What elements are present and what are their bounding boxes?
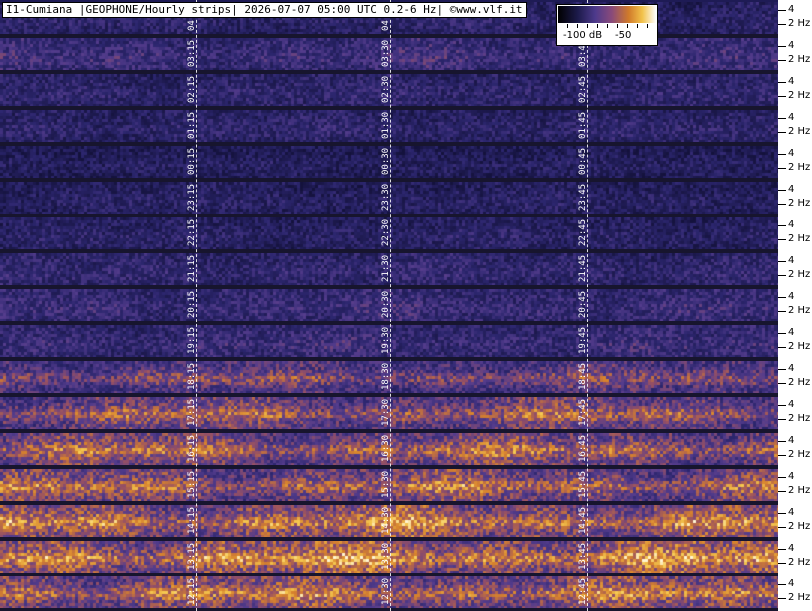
chart-title: I1-Cumiana |GEOPHONE/Hourly strips| 2026… <box>2 2 527 18</box>
axis-tick <box>778 275 786 276</box>
axis-tick-label: 4 <box>788 40 795 51</box>
axis-tick <box>778 190 786 191</box>
axis-tick-label: 2 Hz <box>788 198 811 209</box>
axis-tick <box>778 239 786 240</box>
axis-tick-label: 4 <box>788 543 795 554</box>
axis-tick <box>778 60 786 61</box>
colorbar-tick <box>637 24 638 28</box>
axis-tick-label: 4 <box>788 435 795 446</box>
axis-tick-label: 2 Hz <box>788 305 811 316</box>
axis-tick-label: 2 Hz <box>788 413 811 424</box>
axis-tick <box>778 477 786 478</box>
axis-tick-label: 4 <box>788 112 795 123</box>
axis-tick <box>778 82 786 83</box>
axis-tick-label: 4 <box>788 363 795 374</box>
axis-tick-label: 4 <box>788 255 795 266</box>
axis-tick <box>778 549 786 550</box>
axis-tick-label: 2 Hz <box>788 521 811 532</box>
axis-tick <box>778 204 786 205</box>
axis-tick <box>778 513 786 514</box>
axis-tick-label: 2 Hz <box>788 341 811 352</box>
axis-tick-label: 4 <box>788 291 795 302</box>
axis-tick-label: 4 <box>788 578 795 589</box>
spectrogram-window: 04:1504:3003:1503:3003:4502:1502:3002:45… <box>0 0 812 611</box>
axis-tick <box>778 441 786 442</box>
colorbar-tick <box>627 24 628 28</box>
spectrogram-plot: 04:1504:3003:1503:3003:4502:1502:3002:45… <box>0 0 778 611</box>
time-guide-line <box>587 0 588 611</box>
axis-tick <box>778 261 786 262</box>
axis-tick-label: 2 Hz <box>788 162 811 173</box>
axis-tick <box>778 154 786 155</box>
axis-tick <box>778 10 786 11</box>
colorbar-tick <box>577 24 578 28</box>
axis-tick-label: 2 Hz <box>788 233 811 244</box>
axis-tick-label: 4 <box>788 219 795 230</box>
axis-tick <box>778 563 786 564</box>
axis-tick <box>778 225 786 226</box>
axis-tick <box>778 347 786 348</box>
axis-tick-label: 4 <box>788 148 795 159</box>
time-guide-line <box>196 0 197 611</box>
axis-tick <box>778 419 786 420</box>
colorbar-label-high: -50 <box>615 30 632 41</box>
axis-tick-label: 4 <box>788 76 795 87</box>
axis-tick-label: 2 Hz <box>788 377 811 388</box>
axis-tick-label: 2 Hz <box>788 592 811 603</box>
axis-tick <box>778 405 786 406</box>
axis-tick <box>778 132 786 133</box>
axis-tick <box>778 46 786 47</box>
colorbar-gradient <box>558 6 656 23</box>
axis-tick-label: 4 <box>788 507 795 518</box>
axis-tick-label: 2 Hz <box>788 269 811 280</box>
axis-tick <box>778 598 786 599</box>
colorbar-tick <box>607 24 608 28</box>
axis-tick <box>778 118 786 119</box>
colorbar-tick <box>597 24 598 28</box>
axis-tick <box>778 584 786 585</box>
axis-tick-label: 2 Hz <box>788 54 811 65</box>
time-guide-line <box>390 0 391 611</box>
axis-tick <box>778 297 786 298</box>
axis-tick <box>778 455 786 456</box>
colorbar-tick <box>587 24 588 28</box>
axis-tick <box>778 369 786 370</box>
axis-tick-label: 2 Hz <box>788 485 811 496</box>
axis-tick-label: 4 <box>788 184 795 195</box>
axis-tick <box>778 168 786 169</box>
axis-tick-label: 4 <box>788 399 795 410</box>
axis-tick <box>778 491 786 492</box>
axis-tick-label: 4 <box>788 4 795 15</box>
axis-tick <box>778 333 786 334</box>
axis-tick <box>778 311 786 312</box>
axis-tick <box>778 527 786 528</box>
axis-tick-label: 2 Hz <box>788 557 811 568</box>
axis-tick <box>778 383 786 384</box>
axis-tick-label: 2 Hz <box>788 126 811 137</box>
axis-tick-label: 2 Hz <box>788 90 811 101</box>
colorbar-tick <box>617 24 618 28</box>
axis-tick <box>778 96 786 97</box>
axis-tick-label: 4 <box>788 327 795 338</box>
frequency-axis: 4 2 Hz 4 2 Hz 4 2 Hz 4 2 Hz 4 2 Hz 4 2 Hz 4 2 Hz 4 2 Hz… <box>778 0 812 611</box>
colorbar-tick <box>647 24 648 28</box>
colorbar: -100 dB -50 <box>556 4 658 46</box>
axis-tick-label: 2 Hz <box>788 449 811 460</box>
colorbar-tick <box>567 24 568 28</box>
colorbar-label-low: -100 dB <box>563 30 603 41</box>
axis-tick-label: 4 <box>788 471 795 482</box>
axis-tick <box>778 24 786 25</box>
axis-tick-label: 2 Hz <box>788 18 811 29</box>
